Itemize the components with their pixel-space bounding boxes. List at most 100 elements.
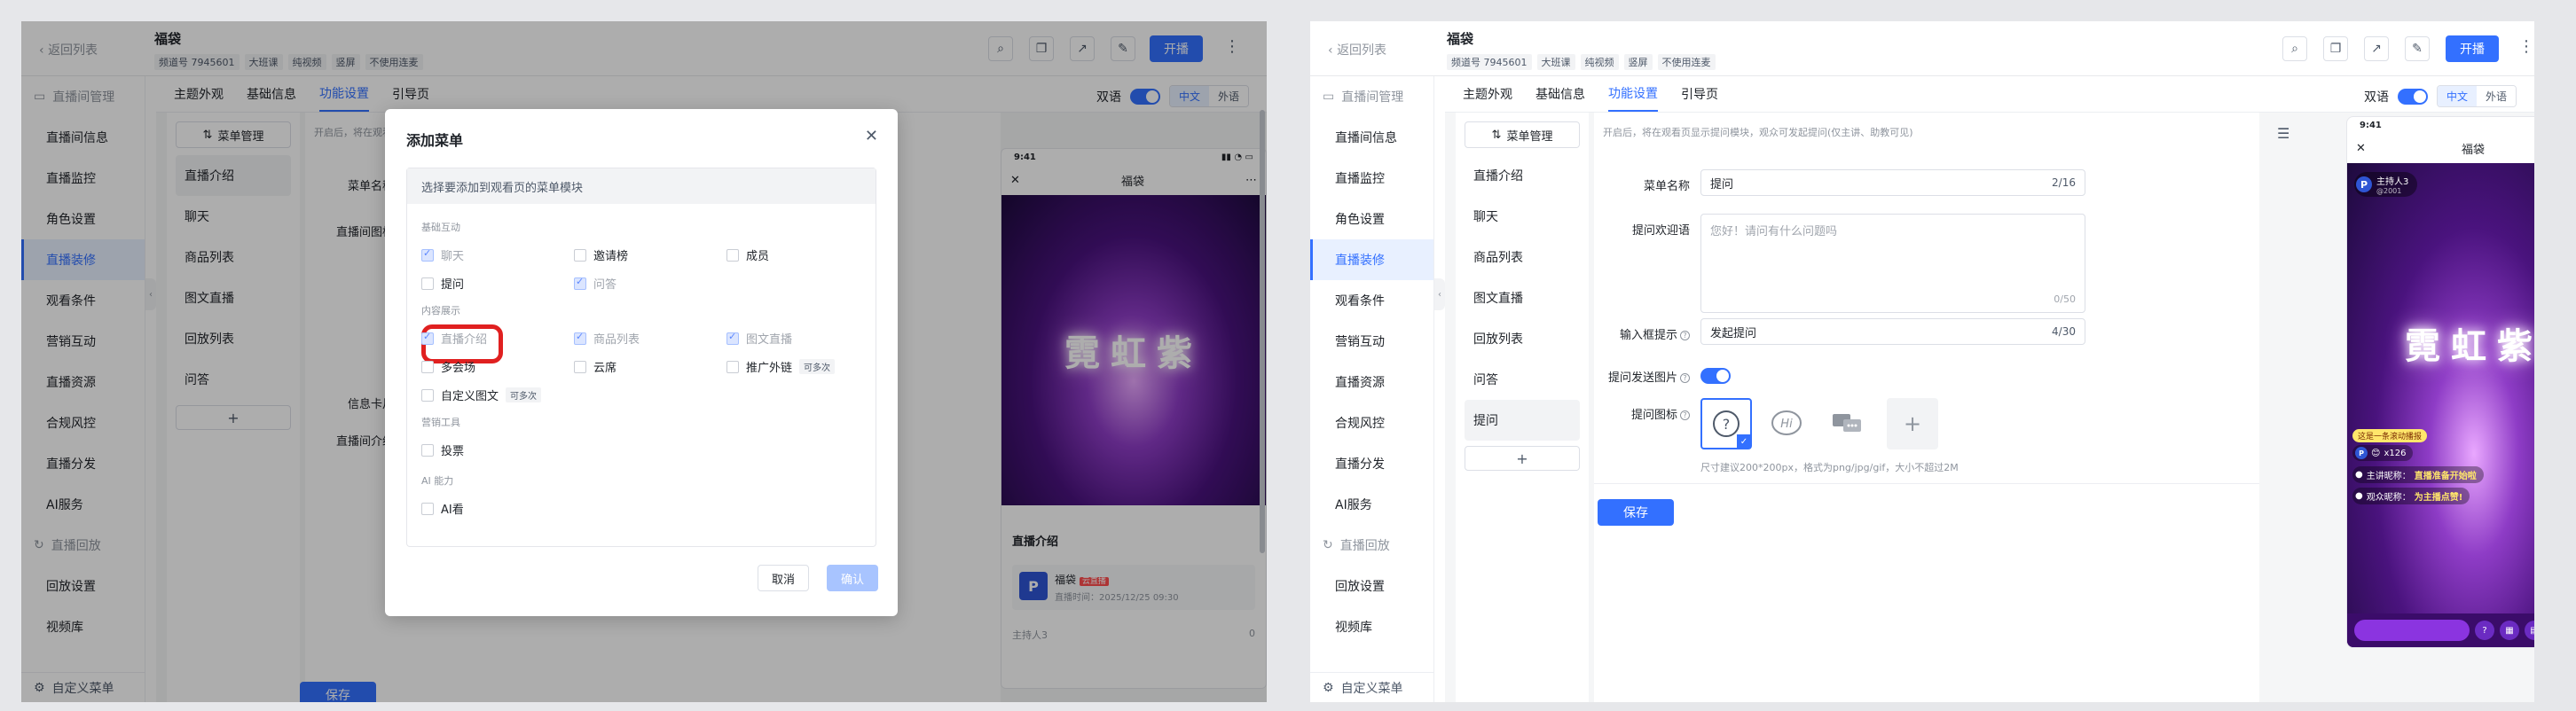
share-icon[interactable]: ↗ xyxy=(2364,36,2389,61)
grid-icon[interactable]: ▦ xyxy=(2500,621,2519,640)
checkbox-qa[interactable]: 问答 xyxy=(574,275,617,292)
checkbox-custom-rich[interactable]: 自定义图文 可多次 xyxy=(421,387,542,403)
input-hint-field[interactable]: 发起提问 4/30 xyxy=(1700,318,2085,345)
menu-item[interactable]: 商品列表 xyxy=(1456,237,1589,277)
user-icon: ● xyxy=(2355,470,2363,480)
hi-bubble-icon[interactable]: Hi xyxy=(1761,398,1812,449)
start-live-button[interactable]: 开播 xyxy=(2446,35,2499,62)
menu-module-box: 选择要添加到观看页的菜单模块 基础互动 聊天 邀请榜 成员 提问 问答 内容展示… xyxy=(406,168,876,547)
sidebar-item[interactable]: 观看条件 xyxy=(1310,280,1433,321)
checkbox-ai-watch[interactable]: AI看 xyxy=(421,500,464,517)
language-controls: 双语 中文 外语 xyxy=(2364,85,2517,107)
close-icon[interactable]: ✕ xyxy=(865,127,878,145)
lang-en[interactable]: 外语 xyxy=(2476,86,2516,106)
back-link[interactable]: ‹ 返回列表 xyxy=(1328,41,1386,59)
checkbox-member[interactable]: 成员 xyxy=(726,246,769,263)
tabs: 主题外观 基础信息 功能设置 引导页 xyxy=(1463,76,1718,112)
menu-item[interactable]: 回放列表 xyxy=(1456,318,1589,359)
section-ai: AI 能力 xyxy=(421,475,454,487)
sidebar-item-active[interactable]: 直播装修 xyxy=(1310,239,1433,280)
sidebar-item[interactable]: 回放设置 xyxy=(1310,566,1433,606)
checkbox-products[interactable]: 商品列表 xyxy=(574,330,640,347)
checkbox-vote[interactable]: 投票 xyxy=(421,441,464,458)
sidebar-item[interactable]: 直播资源 xyxy=(1310,362,1433,402)
help-icon[interactable]: ? xyxy=(1680,331,1690,340)
sidebar-item[interactable]: 视频库 xyxy=(1310,606,1433,647)
add-menu-button[interactable]: + xyxy=(1465,446,1580,471)
sidebar-item[interactable]: 直播分发 xyxy=(1310,443,1433,484)
sidebar-item[interactable]: 角色设置 xyxy=(1310,199,1433,239)
chat-bubbles-icon[interactable] xyxy=(1821,398,1873,449)
tab-theme[interactable]: 主题外观 xyxy=(1463,76,1512,112)
menu-item-active[interactable]: 提问 xyxy=(1465,400,1580,441)
collapse-toggle[interactable]: ‹ xyxy=(1434,278,1445,310)
bilingual-toggle[interactable] xyxy=(2397,88,2428,105)
replay-icon: ↻ xyxy=(1323,538,1333,552)
sidebar-item[interactable]: 直播间信息 xyxy=(1310,117,1433,158)
menu-item[interactable]: 聊天 xyxy=(1456,196,1589,237)
menu-item[interactable]: 直播介绍 xyxy=(1456,155,1589,196)
send-image-toggle[interactable] xyxy=(1700,368,1731,384)
cancel-button[interactable]: 取消 xyxy=(758,565,809,591)
section-basic: 基础互动 xyxy=(421,222,460,233)
checkbox-promo-link[interactable]: 推广外链 可多次 xyxy=(726,358,836,375)
more-icon[interactable]: ⋮ xyxy=(2518,37,2534,56)
lang-zh[interactable]: 中文 xyxy=(2437,86,2477,106)
help-icon[interactable]: ? xyxy=(1680,410,1690,420)
welcome-textarea[interactable]: 您好！请问有什么问题吗 0/50 xyxy=(1700,214,2085,313)
menu-manage-button[interactable]: ⇅ 菜单管理 xyxy=(1465,121,1580,148)
close-icon[interactable]: ✕ xyxy=(2356,142,2366,155)
tag: 纯视频 xyxy=(1580,54,1619,70)
settings-icon: ⚙ xyxy=(1323,680,1334,695)
checkbox-cloud-seat[interactable]: 云席 xyxy=(574,358,617,375)
dialog-title: 添加菜单 xyxy=(406,132,464,149)
sidebar-item[interactable]: 合规风控 xyxy=(1310,402,1433,443)
save-button[interactable]: 保存 xyxy=(1598,499,1674,526)
tag: 竖屏 xyxy=(1623,54,1653,70)
channel-tags: 频道号 7945601 大班课 纯视频 竖屏 不使用连麦 xyxy=(1447,54,1716,70)
help-icon[interactable]: ? xyxy=(1680,373,1690,383)
checkbox-intro[interactable]: 直播介绍 xyxy=(421,330,487,347)
sidebar-group-replay: ↻ 直播回放 xyxy=(1323,538,1390,553)
checkbox-multi-venue[interactable]: 多会场 xyxy=(421,358,475,375)
question-mark-icon[interactable]: ? ✓ xyxy=(1700,398,1752,449)
menu-name-label: 菜单名称 xyxy=(1643,180,1690,193)
menu-icon[interactable]: ☰ xyxy=(2277,125,2289,142)
sidebar-item[interactable]: AI服务 xyxy=(1310,484,1433,525)
question-icon[interactable]: ? xyxy=(2475,621,2494,640)
like-row: P 😊 x126 xyxy=(2352,445,2414,461)
checkbox-invite[interactable]: 邀请榜 xyxy=(574,246,628,263)
sidebar-item[interactable]: 直播监控 xyxy=(1310,158,1433,199)
checkbox-question[interactable]: 提问 xyxy=(421,275,464,292)
menu-column: ⇅ 菜单管理 直播介绍 聊天 商品列表 图文直播 回放列表 问答 提问 + xyxy=(1456,113,1589,702)
search-icon[interactable]: ⌕ xyxy=(2282,36,2307,61)
svg-text:Hi: Hi xyxy=(1780,418,1793,431)
sidebar-item[interactable]: 营销互动 xyxy=(1310,321,1433,362)
emoji-icon: 😊 xyxy=(2371,448,2381,458)
question-icon-label: 提问图标? xyxy=(1583,405,1690,422)
edit-icon[interactable]: ✎ xyxy=(2405,36,2430,61)
phone-preview: 9:41▮▮ ◔ ▭ ✕福袋⋯ 霓虹紫 P 主持人3@2001 这是一条滚动播报… xyxy=(2346,116,2534,648)
menu-name-input[interactable]: 提问 2/16 xyxy=(1700,169,2085,196)
apps-icon[interactable]: ▤ xyxy=(2525,621,2534,640)
tab-guide[interactable]: 引导页 xyxy=(1681,76,1718,112)
tab-function[interactable]: 功能设置 xyxy=(1608,76,1658,112)
add-icon-button[interactable]: + xyxy=(1887,398,1938,449)
phone-status-bar: 9:41▮▮ ◔ ▭ xyxy=(2360,120,2382,130)
dialog-subtitle: 选择要添加到观看页的菜单模块 xyxy=(407,168,876,204)
checkbox-text-live[interactable]: 图文直播 xyxy=(726,330,792,347)
check-icon: ✓ xyxy=(1737,434,1751,449)
tab-basic[interactable]: 基础信息 xyxy=(1535,76,1585,112)
menu-item[interactable]: 问答 xyxy=(1456,359,1589,400)
custom-menu-link[interactable]: ⚙ 自定义菜单 xyxy=(1310,672,1434,702)
welcome-label: 提问欢迎语 xyxy=(1631,224,1690,238)
checkbox-chat[interactable]: 聊天 xyxy=(421,246,464,263)
phone-chat-input[interactable] xyxy=(2354,620,2470,641)
menu-item[interactable]: 图文直播 xyxy=(1456,277,1589,318)
danmu-viewer: ● 观众昵称： 为主播点赞! xyxy=(2352,488,2470,504)
multi-badge: 可多次 xyxy=(799,359,836,374)
copy-icon[interactable]: ❐ xyxy=(2323,36,2348,61)
confirm-button[interactable]: 确认 xyxy=(827,565,878,591)
user-icon: ● xyxy=(2355,491,2363,501)
live-cover: 霓虹紫 P 主持人3 @2001 这是一条滚动播报 P 😊 x126 ● 主讲昵称： 直播… xyxy=(2347,163,2534,647)
